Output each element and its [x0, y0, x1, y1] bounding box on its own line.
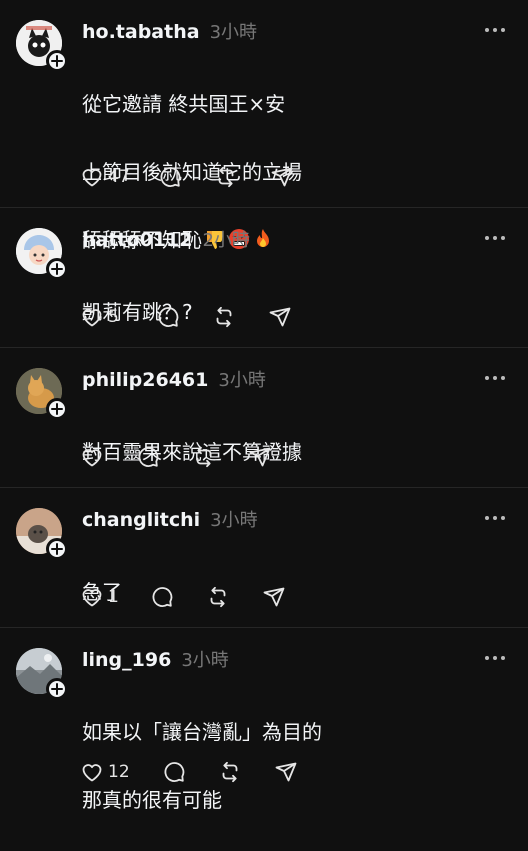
- comment-bubble-icon: [164, 762, 185, 782]
- post-text-line: 那真的很有可能: [82, 788, 222, 812]
- post-text-line: 從它邀請 終共国王×安: [82, 92, 286, 116]
- comment-button[interactable]: [156, 305, 212, 329]
- like-count: 47: [108, 167, 130, 187]
- share-button[interactable]: [268, 305, 298, 329]
- timestamp: 2小時: [202, 230, 250, 251]
- username[interactable]: hatto0112: [82, 228, 192, 252]
- share-button[interactable]: [270, 165, 300, 189]
- avatar-container[interactable]: [16, 20, 68, 72]
- more-dots-icon: [485, 516, 505, 520]
- username[interactable]: changlitchi: [82, 508, 200, 532]
- more-dots-icon: [485, 376, 505, 380]
- heart-icon: [82, 589, 102, 607]
- reply-post: ho.tabatha 3小時 從它邀請 終共国王×安 上節目後就知道它的立場 舔…: [0, 0, 528, 252]
- reply-post: changlitchi 3小時 急了 1: [0, 488, 528, 628]
- repost-icon: [218, 166, 234, 188]
- repost-icon: [196, 446, 212, 468]
- follow-button[interactable]: [46, 538, 68, 560]
- comment-bubble-icon: [152, 587, 173, 607]
- comment-button[interactable]: [150, 585, 206, 609]
- comment-button[interactable]: [162, 760, 218, 784]
- follow-button[interactable]: [46, 398, 68, 420]
- repost-button[interactable]: [212, 305, 268, 329]
- share-button[interactable]: [274, 760, 304, 784]
- more-options-button[interactable]: [484, 372, 506, 384]
- action-bar: 5: [80, 304, 298, 330]
- reply-post: ling_196 3小時 如果以「讓台灣亂」為目的 那真的很有可能 12: [0, 628, 528, 812]
- comment-button[interactable]: [158, 165, 214, 189]
- like-count: 12: [108, 762, 130, 782]
- repost-button[interactable]: [206, 585, 262, 609]
- timestamp: 3小時: [209, 22, 258, 43]
- heart-icon: [82, 764, 102, 782]
- post-header: ling_196 3小時: [82, 648, 229, 673]
- more-dots-icon: [485, 656, 505, 660]
- comment-bubble-icon: [158, 307, 179, 327]
- plus-icon: [51, 55, 63, 67]
- heart-icon: [82, 169, 102, 187]
- username[interactable]: philip26461: [82, 368, 208, 392]
- follow-button[interactable]: [46, 258, 68, 280]
- follow-button[interactable]: [46, 678, 68, 700]
- comment-button[interactable]: [136, 445, 192, 469]
- action-bar: [80, 444, 278, 470]
- send-icon: [269, 307, 291, 327]
- action-bar: 1: [80, 584, 292, 610]
- timestamp: 3小時: [181, 650, 229, 671]
- plus-icon: [51, 403, 63, 415]
- like-button[interactable]: 47: [80, 165, 158, 189]
- action-bar: 12: [80, 759, 304, 785]
- reply-post: philip26461 3小時 對百靈果來說這不算證據: [0, 348, 528, 488]
- avatar-container[interactable]: [16, 228, 68, 280]
- timestamp: 3小時: [218, 370, 266, 391]
- heart-icon: [82, 309, 102, 327]
- comment-feed: ho.tabatha 3小時 從它邀請 終共国王×安 上節目後就知道它的立場 舔…: [0, 0, 528, 812]
- username[interactable]: ling_196: [82, 648, 171, 672]
- more-options-button[interactable]: [484, 512, 506, 524]
- more-dots-icon: [485, 236, 505, 240]
- follow-button[interactable]: [46, 50, 68, 72]
- post-text-line: 如果以「讓台灣亂」為目的: [82, 720, 322, 744]
- repost-icon: [216, 306, 232, 328]
- username[interactable]: ho.tabatha: [82, 20, 200, 44]
- avatar-container[interactable]: [16, 368, 68, 420]
- like-button[interactable]: 12: [80, 760, 162, 784]
- avatar-container[interactable]: [16, 508, 68, 560]
- heart-icon: [82, 449, 102, 467]
- send-icon: [249, 447, 271, 467]
- more-dots-icon: [485, 28, 505, 32]
- like-button[interactable]: 1: [80, 585, 150, 609]
- like-count: 5: [108, 307, 119, 327]
- like-button[interactable]: 5: [80, 305, 156, 329]
- comment-bubble-icon: [138, 447, 159, 467]
- repost-button[interactable]: [214, 165, 270, 189]
- repost-icon: [210, 586, 226, 608]
- repost-button[interactable]: [192, 445, 248, 469]
- plus-icon: [51, 263, 63, 275]
- repost-icon: [222, 761, 238, 783]
- like-button[interactable]: [80, 445, 136, 469]
- timestamp: 3小時: [210, 510, 258, 531]
- send-icon: [275, 762, 297, 782]
- post-header: philip26461 3小時: [82, 368, 266, 393]
- more-options-button[interactable]: [484, 24, 506, 36]
- plus-icon: [51, 543, 63, 555]
- share-button[interactable]: [262, 585, 292, 609]
- like-count: 1: [108, 587, 119, 607]
- action-bar: 47: [80, 164, 300, 190]
- comment-bubble-icon: [160, 167, 181, 187]
- more-options-button[interactable]: [484, 232, 506, 244]
- send-icon: [263, 587, 285, 607]
- avatar-container[interactable]: [16, 648, 68, 700]
- post-header: changlitchi 3小時: [82, 508, 258, 533]
- reply-post: hatto0112 2小時 凱莉有跳？? 5: [0, 208, 528, 348]
- repost-button[interactable]: [218, 760, 274, 784]
- post-header: hatto0112 2小時: [82, 228, 250, 253]
- plus-icon: [51, 683, 63, 695]
- send-icon: [271, 167, 293, 187]
- post-header: ho.tabatha 3小時: [82, 20, 257, 45]
- more-options-button[interactable]: [484, 652, 506, 664]
- share-button[interactable]: [248, 445, 278, 469]
